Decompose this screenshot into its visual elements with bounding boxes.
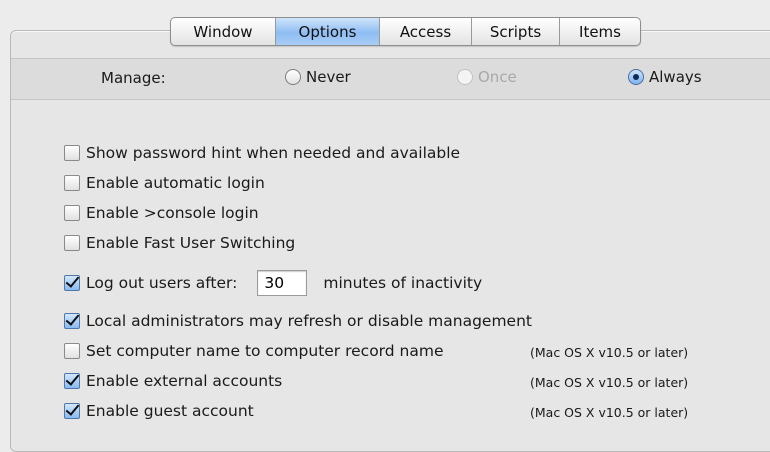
option-label: Log out users after: [86,274,238,292]
checkbox-checked[interactable] [64,373,80,389]
minutes-suffix: minutes of inactivity [323,274,483,292]
minutes-input[interactable] [257,270,308,296]
option-label: Enable >console login [86,204,259,222]
option-label: Enable Fast User Switching [86,234,296,252]
checkbox[interactable] [64,145,80,161]
option-label: Set computer name to computer record nam… [86,342,444,360]
manage-bar: Manage: Never Once Always [11,58,770,100]
option-enable-fast-user-switching[interactable]: Enable Fast User Switching [64,234,295,252]
checkbox[interactable] [64,343,80,359]
tab-bar: Window Options Access Scripts Items [170,17,641,46]
option-label: Enable automatic login [86,174,265,192]
manage-always-radio[interactable]: Always [628,68,702,86]
tab-window[interactable]: Window [171,18,276,45]
manage-label: Manage: [101,69,166,87]
radio-label-always: Always [649,68,702,86]
version-note: (Mac OS X v10.5 or later) [530,375,689,390]
tab-items[interactable]: Items [560,18,640,45]
manage-never-radio[interactable]: Never [285,68,351,86]
version-note: (Mac OS X v10.5 or later) [530,405,689,420]
checkbox[interactable] [64,235,80,251]
option-label: Show password hint when needed and avail… [86,144,461,162]
checkbox[interactable] [64,175,80,191]
option-enable-guest-account[interactable]: Enable guest account [64,402,254,420]
tab-access[interactable]: Access [380,18,472,45]
radio-label-once: Once [478,68,517,86]
option-enable-automatic-login[interactable]: Enable automatic login [64,174,265,192]
tab-scripts[interactable]: Scripts [472,18,560,45]
radio-button [457,69,473,85]
option-log-out-users[interactable]: Log out users after: minutes of inactivi… [64,270,482,296]
version-note: (Mac OS X v10.5 or later) [530,345,689,360]
option-enable-console-login[interactable]: Enable >console login [64,204,259,222]
checkbox[interactable] [64,205,80,221]
radio-button[interactable] [285,69,301,85]
radio-label-never: Never [306,68,351,86]
option-label: Enable guest account [86,402,254,420]
option-label: Local administrators may refresh or disa… [86,312,532,330]
option-show-password-hint[interactable]: Show password hint when needed and avail… [64,144,460,162]
option-set-computer-name[interactable]: Set computer name to computer record nam… [64,342,444,360]
radio-button-selected[interactable] [628,69,644,85]
checkbox-checked[interactable] [64,313,80,329]
tab-options[interactable]: Options [276,18,380,45]
checkbox-checked[interactable] [64,275,80,291]
option-label: Enable external accounts [86,372,283,390]
option-enable-external-accounts[interactable]: Enable external accounts [64,372,282,390]
option-local-admins-refresh[interactable]: Local administrators may refresh or disa… [64,312,532,330]
checkbox-checked[interactable] [64,403,80,419]
manage-once-radio: Once [457,68,517,86]
